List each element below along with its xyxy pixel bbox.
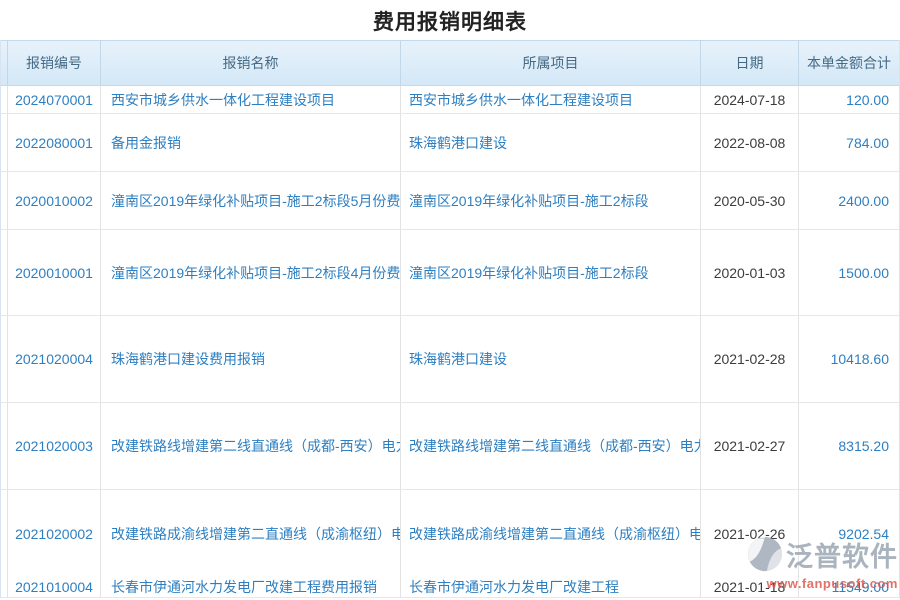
table-row[interactable]: 2020010001 潼南区2019年绿化补贴项目-施工2标段4月份费用报销 潼… xyxy=(1,230,899,316)
report-id-link[interactable]: 2021020003 xyxy=(8,403,101,489)
date-value: 2024-07-18 xyxy=(701,86,799,113)
header-report-name[interactable]: 报销名称 xyxy=(101,41,401,85)
header-project[interactable]: 所属项目 xyxy=(401,41,701,85)
date-value: 2021-02-27 xyxy=(701,403,799,489)
date-value: 2021-02-26 xyxy=(701,490,799,577)
row-gutter xyxy=(1,403,8,489)
report-id-link[interactable]: 2020010001 xyxy=(8,230,101,315)
page-title: 费用报销明细表 xyxy=(0,2,900,40)
report-id-link[interactable]: 2020010002 xyxy=(8,172,101,229)
report-name-link[interactable]: 改建铁路线增建第二线直通线（成都-西安）电力线路 xyxy=(101,403,401,489)
table-row[interactable]: 2021020003 改建铁路线增建第二线直通线（成都-西安）电力线路 改建铁路… xyxy=(1,403,899,490)
report-id-link[interactable]: 2021020002 xyxy=(8,490,101,577)
date-value: 2020-01-03 xyxy=(701,230,799,315)
header-report-id[interactable]: 报销编号 xyxy=(8,41,101,85)
report-name-link[interactable]: 潼南区2019年绿化补贴项目-施工2标段5月份费用报销 xyxy=(101,172,401,229)
project-link[interactable]: 长春市伊通河水力发电厂改建工程 xyxy=(401,577,701,597)
table-row[interactable]: 2020010002 潼南区2019年绿化补贴项目-施工2标段5月份费用报销 潼… xyxy=(1,172,899,230)
expense-table: 报销编号 报销名称 所属项目 日期 本单金额合计 2024070001 西安市城… xyxy=(0,40,900,598)
amount-link[interactable]: 120.00 xyxy=(799,86,899,113)
amount-link[interactable]: 784.00 xyxy=(799,114,899,171)
amount-link[interactable]: 8315.20 xyxy=(799,403,899,489)
row-gutter xyxy=(1,172,8,229)
report-name-link[interactable]: 改建铁路成渝线增建第二直通线（成渝枢纽）电力线路 xyxy=(101,490,401,577)
row-gutter xyxy=(1,230,8,315)
project-link[interactable]: 潼南区2019年绿化补贴项目-施工2标段 xyxy=(401,230,701,315)
project-link[interactable]: 改建铁路线增建第二线直通线（成都-西安）电力线路 xyxy=(401,403,701,489)
row-gutter xyxy=(1,114,8,171)
report-id-link[interactable]: 2021020004 xyxy=(8,316,101,402)
amount-link[interactable]: 10418.60 xyxy=(799,316,899,402)
row-gutter xyxy=(1,577,8,597)
project-link[interactable]: 潼南区2019年绿化补贴项目-施工2标段 xyxy=(401,172,701,229)
table-row[interactable]: 2021020004 珠海鹤港口建设费用报销 珠海鹤港口建设 2021-02-2… xyxy=(1,316,899,403)
table-row[interactable]: 2024070001 西安市城乡供水一体化工程建设项目 西安市城乡供水一体化工程… xyxy=(1,86,899,114)
report-name-link[interactable]: 长春市伊通河水力发电厂改建工程费用报销 xyxy=(101,577,401,597)
amount-link[interactable]: 1500.00 xyxy=(799,230,899,315)
amount-link[interactable]: 9202.54 xyxy=(799,490,899,577)
header-amount[interactable]: 本单金额合计 xyxy=(799,41,899,85)
date-value: 2021-01-18 xyxy=(701,577,799,597)
table-header-row: 报销编号 报销名称 所属项目 日期 本单金额合计 xyxy=(1,40,899,86)
row-gutter xyxy=(1,86,8,113)
report-name-link[interactable]: 西安市城乡供水一体化工程建设项目 xyxy=(101,86,401,113)
table-row[interactable]: 2021020002 改建铁路成渝线增建第二直通线（成渝枢纽）电力线路 改建铁路… xyxy=(1,490,899,577)
header-gutter xyxy=(1,41,8,85)
report-id-link[interactable]: 2022080001 xyxy=(8,114,101,171)
row-gutter xyxy=(1,316,8,402)
expense-report-page: 费用报销明细表 报销编号 报销名称 所属项目 日期 本单金额合计 2024070… xyxy=(0,0,900,600)
table-row[interactable]: 2022080001 备用金报销 珠海鹤港口建设 2022-08-08 784.… xyxy=(1,114,899,172)
project-link[interactable]: 西安市城乡供水一体化工程建设项目 xyxy=(401,86,701,113)
row-gutter xyxy=(1,490,8,577)
project-link[interactable]: 珠海鹤港口建设 xyxy=(401,114,701,171)
date-value: 2020-05-30 xyxy=(701,172,799,229)
date-value: 2021-02-28 xyxy=(701,316,799,402)
report-name-link[interactable]: 潼南区2019年绿化补贴项目-施工2标段4月份费用报销 xyxy=(101,230,401,315)
header-date[interactable]: 日期 xyxy=(701,41,799,85)
report-name-link[interactable]: 备用金报销 xyxy=(101,114,401,171)
date-value: 2022-08-08 xyxy=(701,114,799,171)
report-id-link[interactable]: 2021010004 xyxy=(8,577,101,597)
project-link[interactable]: 改建铁路成渝线增建第二直通线（成渝枢纽）电力线路 xyxy=(401,490,701,577)
table-row[interactable]: 2021010004 长春市伊通河水力发电厂改建工程费用报销 长春市伊通河水力发… xyxy=(1,577,899,598)
amount-link[interactable]: 2400.00 xyxy=(799,172,899,229)
amount-link[interactable]: 11549.00 xyxy=(799,577,899,597)
project-link[interactable]: 珠海鹤港口建设 xyxy=(401,316,701,402)
report-id-link[interactable]: 2024070001 xyxy=(8,86,101,113)
report-name-link[interactable]: 珠海鹤港口建设费用报销 xyxy=(101,316,401,402)
